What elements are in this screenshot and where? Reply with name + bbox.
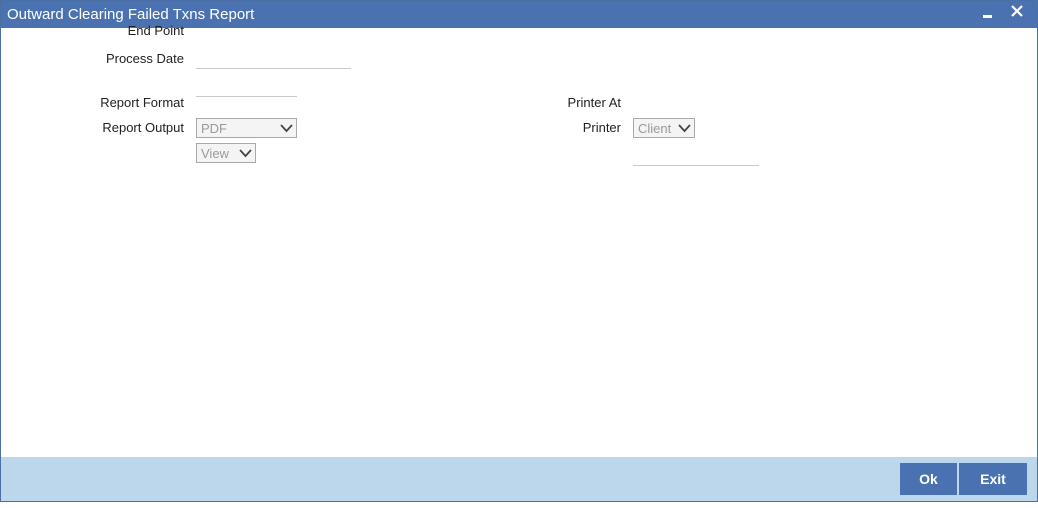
report-output-select[interactable]: View (196, 143, 256, 163)
end-point-label: End Point (127, 23, 184, 38)
report-window: Outward Clearing Failed Txns Report End … (0, 0, 1038, 502)
close-button[interactable] (1008, 3, 1028, 23)
report-format-label: Report Format (100, 95, 184, 110)
chevron-down-icon (678, 124, 691, 133)
chevron-down-icon (280, 124, 293, 133)
printer-input[interactable] (633, 148, 759, 166)
exit-button[interactable]: Exit (959, 463, 1027, 495)
minimize-button[interactable] (979, 3, 999, 23)
report-format-value: PDF (201, 121, 227, 136)
process-date-input[interactable] (196, 79, 297, 97)
printer-at-select[interactable]: Client (633, 118, 695, 138)
end-point-input[interactable] (196, 51, 351, 69)
report-format-select[interactable]: PDF (196, 118, 297, 138)
close-icon (1011, 5, 1023, 17)
process-date-label: Process Date (105, 51, 184, 66)
footer-bar: Ok Exit (1, 457, 1037, 501)
printer-at-label: Printer At (567, 95, 621, 110)
window-title: Outward Clearing Failed Txns Report (7, 6, 255, 23)
chevron-down-icon (239, 149, 252, 158)
ok-button[interactable]: Ok (900, 463, 957, 495)
report-output-label: Report Output (102, 120, 184, 135)
minimize-icon (983, 15, 992, 18)
printer-label: Printer (582, 120, 621, 135)
report-output-value: View (201, 146, 229, 161)
printer-at-value: Client (638, 121, 672, 136)
